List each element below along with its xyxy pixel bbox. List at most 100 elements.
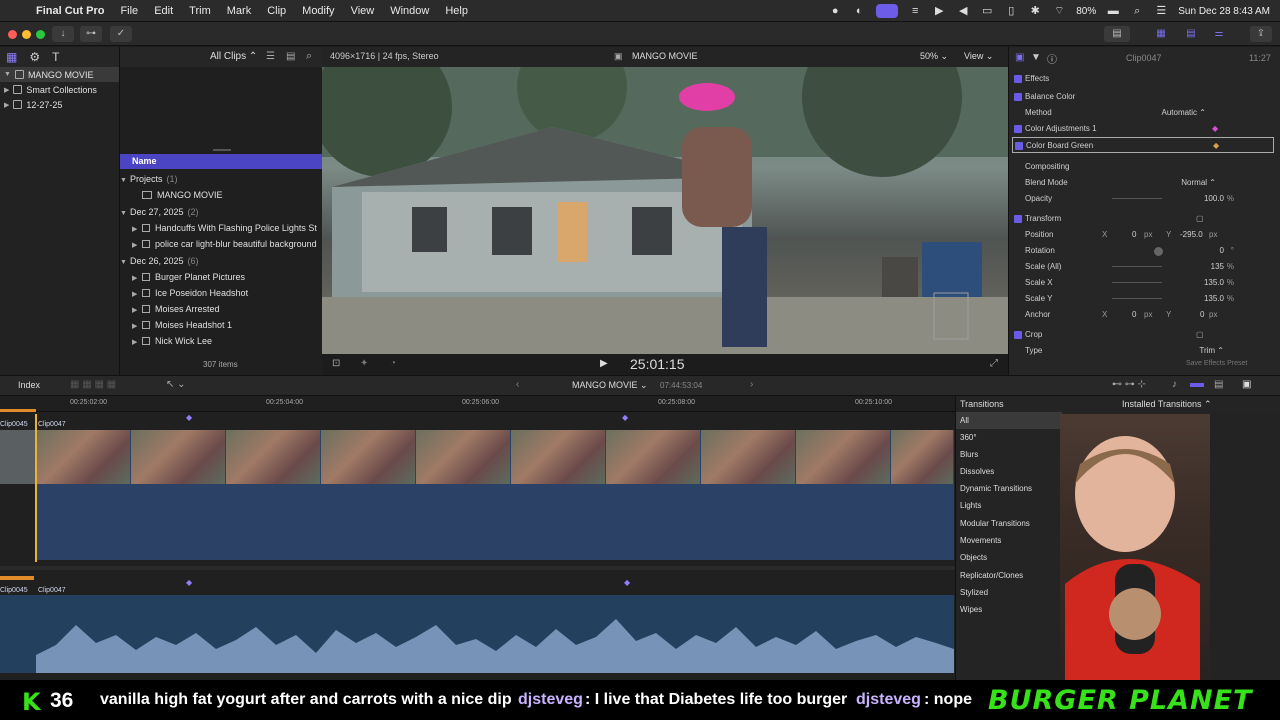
color-inspector-icon[interactable]: ▼ (1031, 52, 1041, 63)
minimize-window-button[interactable] (22, 30, 31, 39)
browser-clip-row[interactable]: ▶ Burger Planet Pictures (120, 269, 322, 285)
menu-app-name[interactable]: Final Cut Pro (36, 5, 104, 17)
extension-icon[interactable]: ◐ (852, 5, 866, 17)
disclosure-down-icon[interactable]: ▼ (120, 255, 130, 269)
menu-window[interactable]: Window (390, 5, 429, 17)
position-y-value[interactable]: -295.0 (1180, 227, 1203, 243)
name-column-header[interactable]: Name (120, 154, 322, 169)
clock[interactable]: Sun Dec 28 8:43 AM (1178, 6, 1270, 17)
crop-section[interactable]: Crop ▢ (1012, 327, 1274, 343)
clip-appearance-icon[interactable]: ☰ (266, 51, 275, 62)
effects-browser-icon[interactable]: ▣ (1242, 379, 1251, 390)
transform-icon[interactable]: ⊡ (332, 358, 340, 369)
category-lights[interactable]: Lights (960, 497, 1060, 514)
enhance-icon[interactable]: ✦ (360, 358, 368, 369)
menu-file[interactable]: File (120, 5, 138, 17)
browser-clip-row[interactable]: ▶ Moises Arrested (120, 301, 322, 317)
browser-clip-row[interactable]: ▶ Handcuffs With Flashing Police Lights S… (120, 220, 322, 236)
checkbox[interactable] (1014, 215, 1022, 223)
info-inspector-icon[interactable]: ⓘ (1047, 51, 1057, 66)
category-objects[interactable]: Objects (960, 549, 1060, 566)
scale-x-value[interactable]: 135.0 (1204, 275, 1224, 291)
filmstrip-icon[interactable]: ▤ (286, 51, 295, 62)
background-tasks-button[interactable]: ✓ (110, 26, 132, 42)
browser-group-date[interactable]: ▼ Dec 27, 2025 (2) (120, 204, 322, 220)
zoom-popup[interactable]: 50% ⌄ (920, 51, 948, 62)
titles-icon[interactable]: T (52, 50, 59, 64)
disclosure-right-icon[interactable]: ▶ (132, 303, 142, 317)
clipboard-icon[interactable]: ▯ (1004, 5, 1018, 17)
save-effects-preset-button[interactable]: Save Effects Preset (1186, 360, 1247, 367)
video-clip-clip0045[interactable] (0, 430, 36, 484)
onscreen-control-icon[interactable]: ▢ (1196, 211, 1204, 227)
category-stylized[interactable]: Stylized (960, 584, 1060, 601)
import-button[interactable]: ↓ (52, 26, 74, 42)
clip-filter-popup[interactable]: All Clips ⌃ (210, 51, 257, 62)
checkbox[interactable] (1014, 331, 1022, 339)
append-clip-icons[interactable]: ▦ ▦ ▦ ▦ (70, 379, 116, 390)
browser-clip-row[interactable]: ▶ police car light-blur beautiful backgro… (120, 236, 322, 252)
color-board-icon[interactable]: ◆ (1213, 138, 1219, 154)
display-icon[interactable]: ▭ (980, 5, 994, 17)
installed-transitions-popup[interactable]: Installed Transitions ⌃ (1122, 399, 1212, 410)
crop-type-popup[interactable]: Trim ⌃ (1199, 343, 1224, 359)
range-selection[interactable] (0, 409, 36, 412)
balance-color-row[interactable]: Balance Color (1012, 89, 1274, 105)
category-wipes[interactable]: Wipes (960, 601, 1060, 618)
library-event-12-27-25[interactable]: ▶ 12-27-25 (0, 97, 119, 112)
menu-help[interactable]: Help (445, 5, 468, 17)
category-movements[interactable]: Movements (960, 532, 1060, 549)
position-x-value[interactable]: 0 (1132, 227, 1136, 243)
timecode-display[interactable]: 25:01:15 (630, 356, 685, 372)
menu-trim[interactable]: Trim (189, 5, 211, 17)
opacity-value[interactable]: 100.0 (1204, 191, 1224, 207)
category-360[interactable]: 360° (960, 429, 1060, 446)
video-inspector-icon[interactable]: ▣ (1015, 52, 1024, 63)
disclosure-right-icon[interactable]: ▶ (132, 287, 142, 301)
color-wheel-icon[interactable]: ◆ (1212, 121, 1218, 137)
rotation-value[interactable]: 0 (1220, 243, 1224, 259)
disclosure-right-icon[interactable]: ▶ (132, 222, 142, 236)
menu-modify[interactable]: Modify (302, 5, 334, 17)
timeline-toggle-icon[interactable]: ▤ (1180, 26, 1202, 42)
browser-clip-row[interactable]: ▶ Ice Poseidon Headshot (120, 285, 322, 301)
category-replicator-clones[interactable]: Replicator/Clones (960, 567, 1060, 584)
select-tool-icon[interactable]: ↖ ⌄ (166, 379, 186, 390)
share-icon[interactable]: ⇪ (1250, 26, 1272, 42)
category-dissolves[interactable]: Dissolves (960, 463, 1060, 480)
color-board-row[interactable]: Color Board Green ◆ (1012, 137, 1274, 153)
scale-x-slider[interactable] (1112, 282, 1162, 283)
browser-project-row[interactable]: MANGO MOVIE (120, 187, 322, 203)
disclosure-right-icon[interactable]: ▶ (4, 86, 9, 94)
record-icon[interactable]: ● (828, 5, 842, 17)
libraries-icon[interactable]: ▦ (6, 50, 17, 64)
forward-arrow-icon[interactable]: › (750, 379, 753, 390)
list-icon[interactable]: ≡ (908, 5, 922, 17)
blend-mode-popup[interactable]: Normal ⌃ (1181, 175, 1216, 191)
browser-group-date[interactable]: ▼ Dec 26, 2025 (6) (120, 253, 322, 269)
timeline-ruler[interactable]: 00:25:02:00 00:25:04:00 00:25:06:00 00:2… (0, 396, 955, 412)
library-mango-movie[interactable]: ▼ MANGO MOVIE (0, 67, 119, 82)
disclosure-right-icon[interactable]: ▶ (132, 335, 142, 349)
browser-divider-handle[interactable] (213, 149, 231, 151)
marker-icon[interactable]: ◆ (622, 413, 628, 422)
wifi-icon[interactable]: ⌔ (1052, 5, 1066, 17)
index-button[interactable]: Index (18, 380, 40, 390)
category-modular-transitions[interactable]: Modular Transitions (960, 515, 1060, 532)
control-center-icon[interactable]: ☰ (1154, 5, 1168, 17)
disclosure-right-icon[interactable]: ▶ (132, 319, 142, 333)
search-icon[interactable]: ⌕ (306, 50, 312, 63)
play-status-icon[interactable]: ▶ (932, 5, 946, 17)
clip-tools-icons[interactable]: ⊷ ⊶ ⊹ (1112, 379, 1146, 390)
search-icon[interactable]: ⌕ (1130, 5, 1144, 17)
menu-mark[interactable]: Mark (227, 5, 251, 17)
photos-icon[interactable]: ⚙ (29, 50, 40, 64)
onscreen-control-icon[interactable]: ▢ (1196, 327, 1204, 343)
bluetooth-icon[interactable]: ✱ (1028, 5, 1042, 17)
clip-appearance-icon[interactable]: ▤ (1214, 379, 1223, 390)
audio-clip-clip0045[interactable] (0, 595, 36, 673)
checkbox[interactable] (1014, 125, 1022, 133)
disclosure-right-icon[interactable]: ▶ (132, 238, 142, 252)
opacity-slider[interactable] (1112, 198, 1162, 199)
snapping-icon[interactable] (1190, 383, 1204, 387)
